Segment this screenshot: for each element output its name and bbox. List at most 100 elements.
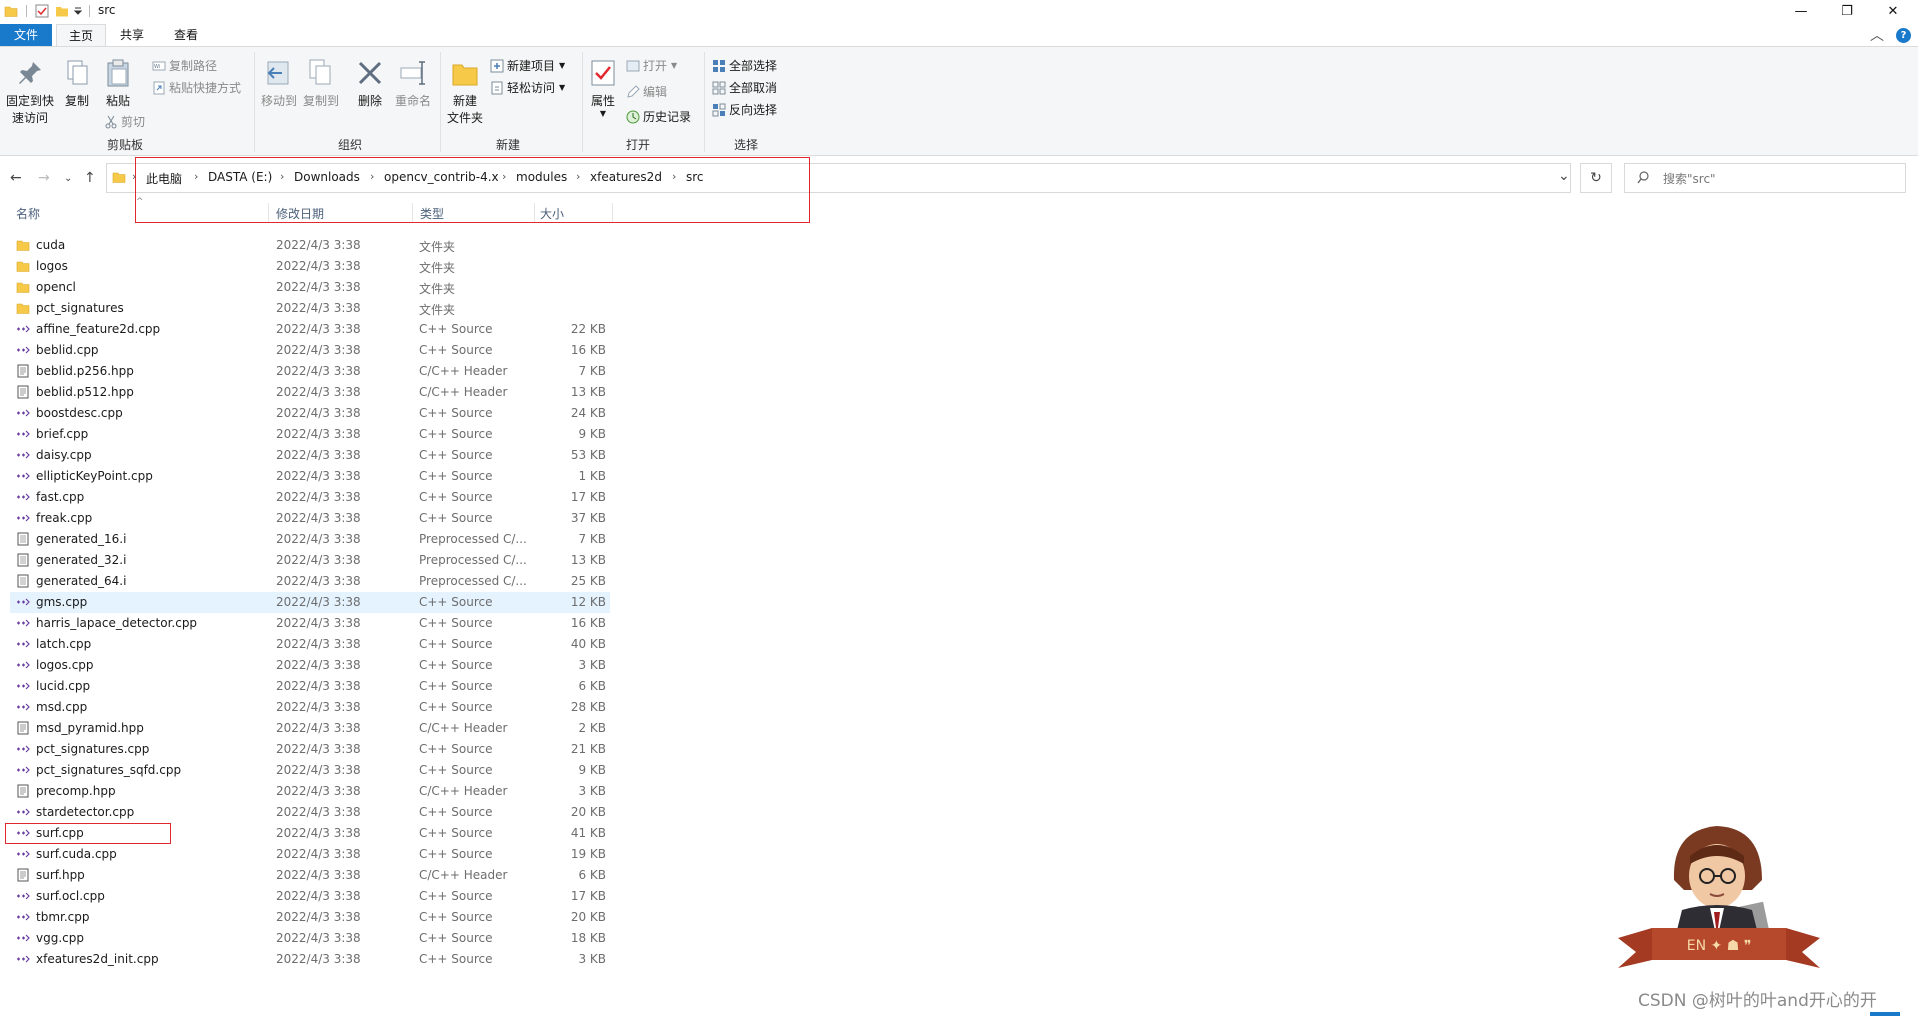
file-row[interactable]: harris_lapace_detector.cpp 2022/4/3 3:38 C… — [10, 613, 610, 634]
file-row[interactable]: vgg.cpp 2022/4/3 3:38 C++ Source 18 KB — [10, 928, 610, 949]
file-row[interactable]: beblid.cpp 2022/4/3 3:38 C++ Source 16 KB — [10, 340, 610, 361]
properties-button[interactable]: 属性 ▼ — [586, 58, 620, 118]
file-row[interactable]: surf.hpp 2022/4/3 3:38 C/C++ Header 6 KB — [10, 865, 610, 886]
file-row[interactable]: pct_signatures 2022/4/3 3:38 文件夹 — [10, 298, 610, 319]
collapse-ribbon-icon[interactable]: ︿ — [1870, 25, 1884, 45]
file-row[interactable]: opencl 2022/4/3 3:38 文件夹 — [10, 277, 610, 298]
file-row[interactable]: beblid.p256.hpp 2022/4/3 3:38 C/C++ Header… — [10, 361, 610, 382]
forward-arrow-icon[interactable]: → — [38, 170, 50, 186]
file-date: 2022/4/3 3:38 — [276, 847, 361, 861]
open-button[interactable]: 打开 ▼ — [626, 57, 677, 74]
chevron-down-icon: ▼ — [671, 61, 678, 70]
easy-access-button[interactable]: 轻松访问 ▼ — [490, 79, 565, 96]
file-row[interactable]: stardetector.cpp 2022/4/3 3:38 C++ Source 2… — [10, 802, 610, 823]
edit-button[interactable]: 编辑 — [626, 83, 667, 100]
file-row[interactable]: daisy.cpp 2022/4/3 3:38 C++ Source 53 KB — [10, 445, 610, 466]
maximize-button[interactable]: ❐ — [1824, 0, 1870, 22]
search-input[interactable]: 搜索"src" — [1624, 163, 1906, 193]
file-row[interactable]: latch.cpp 2022/4/3 3:38 C++ Source 40 KB — [10, 634, 610, 655]
file-type: C++ Source — [419, 322, 493, 336]
file-row[interactable]: pct_signatures.cpp 2022/4/3 3:38 C++ Sourc… — [10, 739, 610, 760]
copy-button[interactable]: 复制 — [60, 58, 94, 109]
copy-path-button[interactable]: Wi 复制路径 — [152, 57, 217, 74]
file-row[interactable]: freak.cpp 2022/4/3 3:38 C++ Source 37 KB — [10, 508, 610, 529]
file-row[interactable]: generated_16.i 2022/4/3 3:38 Preprocessed … — [10, 529, 610, 550]
new-folder-icon[interactable] — [55, 4, 69, 18]
file-row[interactable]: generated_32.i 2022/4/3 3:38 Preprocessed … — [10, 550, 610, 571]
clipboard-icon — [107, 59, 129, 87]
minimize-button[interactable]: — — [1778, 0, 1824, 22]
refresh-button[interactable]: ↻ — [1580, 163, 1612, 193]
copy-to-button[interactable]: 复制到 — [300, 58, 342, 109]
file-name: generated_16.i — [36, 532, 127, 546]
file-date: 2022/4/3 3:38 — [276, 721, 361, 735]
pin-to-quick-access-button[interactable]: 固定到快 速访问 — [4, 58, 56, 126]
file-row[interactable]: boostdesc.cpp 2022/4/3 3:38 C++ Source 24 K… — [10, 403, 610, 424]
file-row[interactable]: cuda 2022/4/3 3:38 文件夹 — [10, 235, 610, 256]
close-button[interactable]: ✕ — [1870, 0, 1916, 22]
column-header-name[interactable]: 名称 — [16, 205, 40, 222]
move-to-label: 移动到 — [260, 94, 297, 108]
paste-shortcut-label: 粘贴快捷方式 — [169, 81, 242, 95]
ribbon-tabs — [0, 22, 1918, 46]
file-row[interactable]: brief.cpp 2022/4/3 3:38 C++ Source 9 KB — [10, 424, 610, 445]
file-name: gms.cpp — [36, 595, 88, 609]
properties-check-icon[interactable] — [35, 4, 49, 18]
cpp-source-icon — [17, 766, 30, 774]
file-name: generated_64.i — [36, 574, 127, 588]
file-name: opencl — [36, 280, 76, 294]
tab-home[interactable]: 主页 — [56, 24, 106, 48]
select-none-button[interactable]: 全部取消 — [712, 79, 777, 96]
file-row[interactable]: beblid.p512.hpp 2022/4/3 3:38 C/C++ Header… — [10, 382, 610, 403]
file-date: 2022/4/3 3:38 — [276, 784, 361, 798]
customize-dropdown-icon[interactable] — [73, 4, 83, 18]
header-file-icon — [17, 364, 29, 378]
help-icon[interactable]: ? — [1896, 28, 1911, 43]
cpp-source-icon — [17, 934, 30, 942]
file-size: 24 KB — [570, 406, 606, 420]
tab-file[interactable]: 文件 — [0, 24, 52, 46]
file-row[interactable]: tbmr.cpp 2022/4/3 3:38 C++ Source 20 KB — [10, 907, 610, 928]
file-type: C++ Source — [419, 658, 493, 672]
file-row[interactable]: msd.cpp 2022/4/3 3:38 C++ Source 28 KB — [10, 697, 610, 718]
file-name: harris_lapace_detector.cpp — [36, 616, 198, 630]
back-arrow-icon[interactable]: ← — [10, 170, 22, 186]
tab-view[interactable]: 查看 — [162, 24, 210, 46]
ribbon-divider — [582, 52, 583, 152]
address-dropdown-icon[interactable]: ⌄ — [1558, 168, 1570, 184]
delete-button[interactable]: 删除 — [350, 58, 390, 109]
file-row[interactable]: surf.cuda.cpp 2022/4/3 3:38 C++ Source 19 K… — [10, 844, 610, 865]
invert-selection-button[interactable]: 反向选择 — [712, 101, 777, 118]
new-folder-button[interactable]: 新建 文件夹 — [444, 58, 486, 126]
file-row[interactable]: ellipticKeyPoint.cpp 2022/4/3 3:38 C++ Sou… — [10, 466, 610, 487]
file-row[interactable]: precomp.hpp 2022/4/3 3:38 C/C++ Header 3 KB — [10, 781, 610, 802]
file-row[interactable]: fast.cpp 2022/4/3 3:38 C++ Source 17 KB — [10, 487, 610, 508]
file-row[interactable]: xfeatures2d_init.cpp 2022/4/3 3:38 C++ Sou… — [10, 949, 610, 970]
file-row[interactable]: pct_signatures_sqfd.cpp 2022/4/3 3:38 C++ … — [10, 760, 610, 781]
text-file-icon — [17, 553, 29, 567]
new-item-button[interactable]: 新建项目 ▼ — [490, 57, 565, 74]
file-row[interactable]: logos 2022/4/3 3:38 文件夹 — [10, 256, 610, 277]
paste-button[interactable]: 粘贴 — [98, 58, 138, 109]
file-row[interactable]: affine_feature2d.cpp 2022/4/3 3:38 C++ Sou… — [10, 319, 610, 340]
file-row[interactable]: lucid.cpp 2022/4/3 3:38 C++ Source 6 KB — [10, 676, 610, 697]
file-row[interactable]: msd_pyramid.hpp 2022/4/3 3:38 C/C++ Header… — [10, 718, 610, 739]
paste-shortcut-button[interactable]: 粘贴快捷方式 — [152, 79, 241, 96]
folder-icon[interactable] — [4, 4, 18, 18]
recent-locations-chevron-icon[interactable]: ⌄ — [64, 173, 72, 184]
file-name: xfeatures2d_init.cpp — [36, 952, 159, 966]
file-name: lucid.cpp — [36, 679, 91, 693]
file-row[interactable]: gms.cpp 2022/4/3 3:38 C++ Source 12 KB — [10, 592, 610, 613]
up-arrow-icon[interactable]: ↑ — [84, 170, 96, 186]
select-all-button[interactable]: 全部选择 — [712, 57, 777, 74]
history-button[interactable]: 历史记录 — [626, 108, 691, 125]
file-row[interactable]: surf.ocl.cpp 2022/4/3 3:38 C++ Source 17 KB — [10, 886, 610, 907]
folder-icon — [16, 240, 30, 251]
file-size: 20 KB — [570, 805, 606, 819]
cut-button[interactable]: 剪切 — [104, 113, 145, 130]
move-to-button[interactable]: 移动到 — [258, 58, 300, 109]
rename-button[interactable]: 重命名 — [392, 58, 434, 109]
file-row[interactable]: generated_64.i 2022/4/3 3:38 Preprocessed … — [10, 571, 610, 592]
tab-share[interactable]: 共享 — [108, 24, 156, 46]
file-row[interactable]: logos.cpp 2022/4/3 3:38 C++ Source 3 KB — [10, 655, 610, 676]
